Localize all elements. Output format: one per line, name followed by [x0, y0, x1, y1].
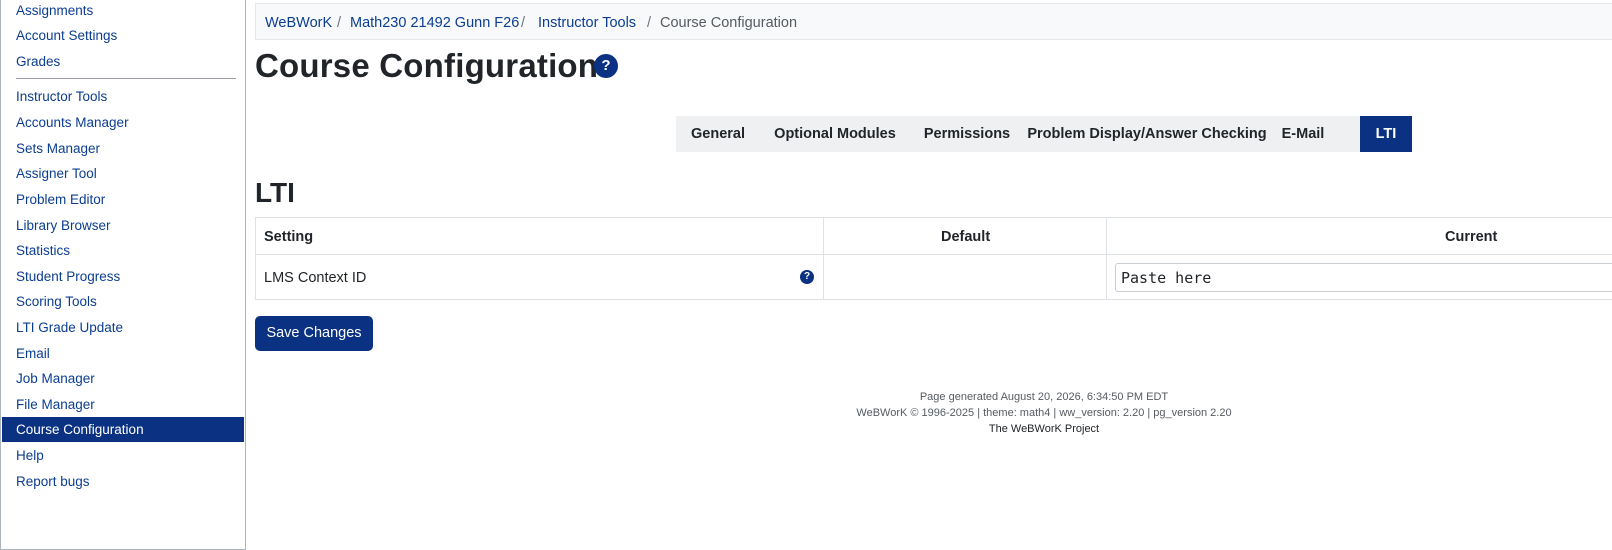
breadcrumb-separator: / — [647, 15, 652, 31]
sidebar-item-problem-editor[interactable]: Problem Editor — [16, 191, 105, 208]
sidebar-item-library-browser[interactable]: Library Browser — [16, 217, 111, 234]
footer-versions: WeBWorK © 1996-2025 | theme: math4 | ww_… — [856, 407, 1232, 419]
tab-email[interactable]: E-Mail — [1270, 116, 1336, 152]
column-header-setting: Setting — [264, 229, 314, 245]
table-column-divider — [823, 218, 824, 300]
sidebar-item-lti-grade-update[interactable]: LTI Grade Update — [16, 319, 123, 336]
breadcrumb-separator: / — [521, 15, 526, 31]
footer-generated: Page generated August 20, 2026, 6:34:50 … — [919, 391, 1169, 403]
breadcrumb-instructor-tools[interactable]: Instructor Tools — [538, 14, 636, 32]
table-column-divider — [1106, 218, 1107, 300]
column-header-current: Current — [1445, 229, 1498, 245]
sidebar-item-account-settings[interactable]: Account Settings — [16, 27, 117, 44]
table-row-divider — [256, 254, 1612, 255]
sidebar-item-instructor-tools[interactable]: Instructor Tools — [16, 88, 107, 105]
sidebar-item-grades[interactable]: Grades — [16, 53, 60, 70]
sidebar: Assignments Account Settings Grades Inst… — [0, 0, 246, 550]
sidebar-item-course-configuration[interactable]: Course Configuration — [2, 417, 244, 442]
sidebar-divider — [16, 78, 236, 79]
tab-general[interactable]: General — [676, 116, 760, 152]
sidebar-item-assignments[interactable]: Assignments — [16, 2, 93, 19]
breadcrumb-webwork[interactable]: WeBWorK — [265, 14, 332, 32]
column-header-default: Default — [941, 229, 991, 245]
footer-project-link[interactable]: The WeBWorK Project — [700, 422, 1388, 436]
help-icon[interactable]: ? — [594, 54, 618, 78]
sidebar-item-email[interactable]: Email — [16, 345, 50, 362]
sidebar-item-accounts-manager[interactable]: Accounts Manager — [16, 114, 129, 131]
sidebar-item-student-progress[interactable]: Student Progress — [16, 268, 120, 285]
breadcrumb: WeBWorK / Math230 21492 Gunn F26 / Instr… — [255, 3, 1612, 40]
breadcrumb-course[interactable]: Math230 21492 Gunn F26 — [350, 14, 519, 32]
setting-name: LMS Context ID — [264, 270, 367, 286]
sidebar-item-scoring-tools[interactable]: Scoring Tools — [16, 293, 97, 310]
config-tabs: General Optional Modules Permissions Pro… — [676, 116, 1412, 152]
sidebar-item-label: Course Configuration — [16, 422, 144, 437]
save-changes-button[interactable]: Save Changes — [255, 316, 373, 351]
help-icon[interactable]: ? — [800, 270, 814, 284]
tab-optional-modules[interactable]: Optional Modules — [760, 116, 910, 152]
sidebar-item-sets-manager[interactable]: Sets Manager — [16, 140, 100, 157]
page-title: Course Configuration — [255, 47, 599, 84]
breadcrumb-current: Course Configuration — [660, 15, 798, 31]
tab-lti[interactable]: LTI — [1360, 116, 1412, 152]
sidebar-item-help[interactable]: Help — [16, 447, 44, 464]
section-title: LTI — [255, 177, 295, 208]
tab-permissions[interactable]: Permissions — [910, 116, 1024, 152]
sidebar-item-report-bugs[interactable]: Report bugs — [16, 473, 90, 490]
lms-context-id-input[interactable] — [1115, 263, 1612, 292]
sidebar-item-job-manager[interactable]: Job Manager — [16, 370, 95, 387]
sidebar-item-file-manager[interactable]: File Manager — [16, 396, 95, 413]
sidebar-item-statistics[interactable]: Statistics — [16, 242, 70, 259]
tab-problem-display[interactable]: Problem Display/Answer Checking — [1024, 116, 1270, 152]
breadcrumb-separator: / — [337, 15, 342, 31]
sidebar-item-assigner-tool[interactable]: Assigner Tool — [16, 165, 97, 182]
